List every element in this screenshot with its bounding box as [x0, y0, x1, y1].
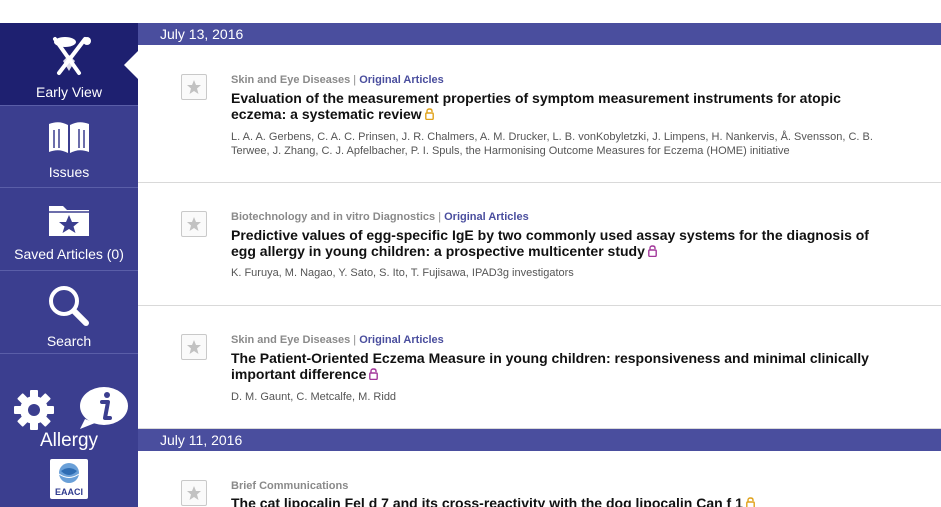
article-title[interactable]: Evaluation of the measurement properties…	[231, 90, 891, 123]
article-title[interactable]: Predictive values of egg-specific IgE by…	[231, 227, 891, 260]
sidebar: Early View Issues Saved Articles (0) Sea…	[0, 23, 138, 507]
star-icon	[187, 340, 201, 354]
star-icon	[187, 80, 201, 94]
article-category: Skin and Eye Diseases	[231, 74, 351, 86]
article-authors: K. Furuya, M. Nagao, Y. Sato, S. Ito, T.…	[231, 267, 574, 279]
brand-label: Allergy	[39, 430, 99, 451]
list-item[interactable]: Biotechnology and in vitro Diagnostics |…	[138, 183, 941, 306]
sidebar-item-label: Issues	[48, 164, 90, 180]
article-authors: D. M. Gaunt, C. Metcalfe, M. Ridd	[231, 391, 397, 403]
article-category: Brief Communications	[231, 480, 349, 492]
article-type: Original Articles	[359, 74, 444, 86]
favorite-star-button[interactable]	[181, 74, 207, 100]
saved-folder-star-icon	[0, 200, 138, 240]
search-icon	[0, 283, 138, 329]
article-list: July 13, 2016 Skin and Eye Diseases | Or…	[138, 23, 941, 507]
star-icon	[187, 217, 201, 231]
info-icon[interactable]	[77, 385, 129, 436]
article-meta: Skin and Eye Diseases | Original Article…	[231, 74, 444, 86]
article-title[interactable]: The cat lipocalin Fel d 7 and its cross-…	[231, 495, 891, 507]
article-type: Original Articles	[444, 211, 529, 223]
sidebar-item-saved-articles[interactable]: Saved Articles (0)	[0, 188, 138, 271]
eaaci-logo-text: EAACI	[55, 487, 83, 497]
open-access-lock-icon	[369, 367, 379, 383]
sidebar-item-issues[interactable]: Issues	[0, 106, 138, 188]
sidebar-item-label: Early View	[36, 84, 102, 100]
date-header: July 13, 2016	[138, 23, 941, 45]
sidebar-item-early-view[interactable]: Early View	[0, 23, 138, 106]
article-authors: L. A. A. Gerbens, C. A. C. Prinsen, J. R…	[231, 131, 873, 157]
list-item[interactable]: Skin and Eye Diseases | Original Article…	[138, 306, 941, 429]
status-bar	[0, 0, 941, 23]
article-title[interactable]: The Patient-Oriented Eczema Measure in y…	[231, 350, 891, 383]
article-type: Original Articles	[359, 334, 444, 346]
open-access-lock-icon	[647, 244, 657, 260]
open-access-lock-icon	[745, 496, 755, 507]
early-view-icon	[0, 33, 138, 77]
favorite-star-button[interactable]	[181, 480, 207, 506]
active-caret	[124, 51, 138, 79]
favorite-star-button[interactable]	[181, 211, 207, 237]
article-meta: Skin and Eye Diseases | Original Article…	[231, 334, 444, 346]
article-category: Biotechnology and in vitro Diagnostics	[231, 211, 436, 223]
favorite-star-button[interactable]	[181, 334, 207, 360]
sidebar-item-label: Saved Articles (0)	[14, 246, 124, 262]
article-meta: Brief Communications	[231, 480, 348, 492]
open-access-lock-icon	[424, 107, 434, 123]
article-category: Skin and Eye Diseases	[231, 334, 351, 346]
list-item[interactable]: Skin and Eye Diseases | Original Article…	[138, 45, 941, 183]
eaaci-logo: EAACI	[50, 459, 88, 499]
sidebar-item-label: Search	[46, 333, 92, 349]
date-header: July 11, 2016	[138, 429, 941, 451]
sidebar-item-search[interactable]: Search	[0, 271, 138, 354]
list-item[interactable]: Brief Communications The cat lipocalin F…	[138, 451, 941, 507]
star-icon	[187, 486, 201, 500]
book-icon	[0, 118, 138, 158]
article-meta: Biotechnology and in vitro Diagnostics |…	[231, 211, 529, 223]
